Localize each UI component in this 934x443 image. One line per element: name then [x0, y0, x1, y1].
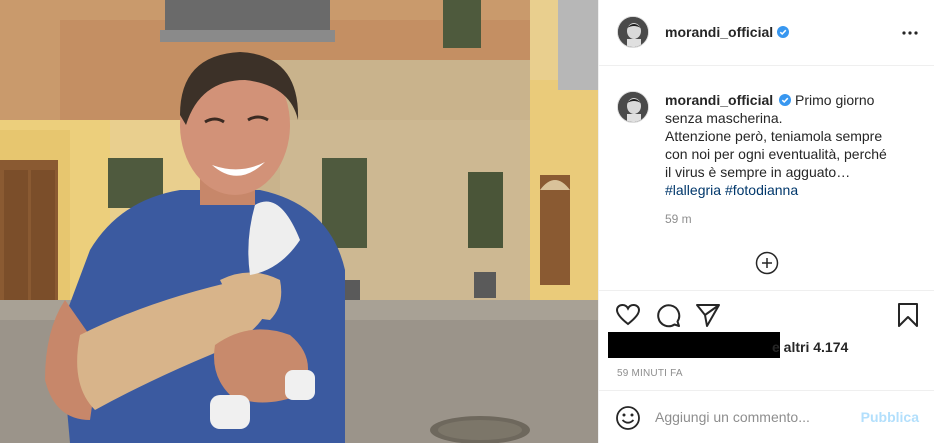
post-photo[interactable] — [0, 0, 598, 443]
username[interactable]: morandi_official — [665, 24, 790, 40]
comment-form: Pubblica — [599, 390, 934, 443]
caption-time[interactable]: 59 m — [665, 212, 692, 226]
post-date[interactable]: 59 MINUTI FA — [617, 368, 683, 379]
share-icon[interactable] — [695, 302, 721, 328]
likes-count[interactable]: e altri 4.174 — [772, 339, 848, 355]
avatar-image — [618, 92, 648, 122]
verified-badge-icon — [777, 26, 790, 38]
caption-line-4: con noi per ogni eventualità, perché — [665, 146, 887, 162]
caption-text: morandi_official Primo giorno senza masc… — [665, 91, 917, 199]
hashtag-link[interactable]: #fotodianna — [725, 182, 798, 198]
caption-avatar[interactable] — [617, 91, 649, 123]
heart-icon[interactable] — [615, 302, 641, 328]
post-comment-button[interactable]: Pubblica — [861, 409, 919, 425]
verified-badge-icon — [779, 94, 792, 106]
likes-summary[interactable]: e altri 4.174 — [599, 332, 934, 360]
emoji-icon[interactable] — [615, 405, 641, 431]
redacted-block — [608, 332, 780, 358]
hashtag-link[interactable]: #lallegria — [665, 182, 721, 198]
more-options-icon[interactable] — [901, 24, 919, 42]
add-circle-icon[interactable] — [755, 251, 779, 275]
post-header: morandi_official — [599, 0, 934, 66]
bookmark-icon[interactable] — [895, 302, 921, 328]
caption-line-2: senza mascherina. — [665, 110, 783, 126]
caption-username[interactable]: morandi_official — [665, 92, 773, 108]
caption-line-3: Attenzione però, teniamola sempre — [665, 128, 883, 144]
avatar[interactable] — [617, 16, 649, 48]
avatar-image — [618, 17, 648, 47]
comment-input[interactable] — [655, 406, 855, 428]
post-details-panel: morandi_official morandi_official Primo … — [598, 0, 934, 443]
username-text[interactable]: morandi_official — [665, 24, 773, 40]
caption-line-5: il virus è sempre in agguato… — [665, 164, 851, 180]
caption-section: morandi_official Primo giorno senza masc… — [599, 67, 934, 291]
photo-illustration — [0, 0, 598, 443]
comment-icon[interactable] — [655, 302, 681, 328]
caption-line-1: Primo giorno — [795, 92, 875, 108]
